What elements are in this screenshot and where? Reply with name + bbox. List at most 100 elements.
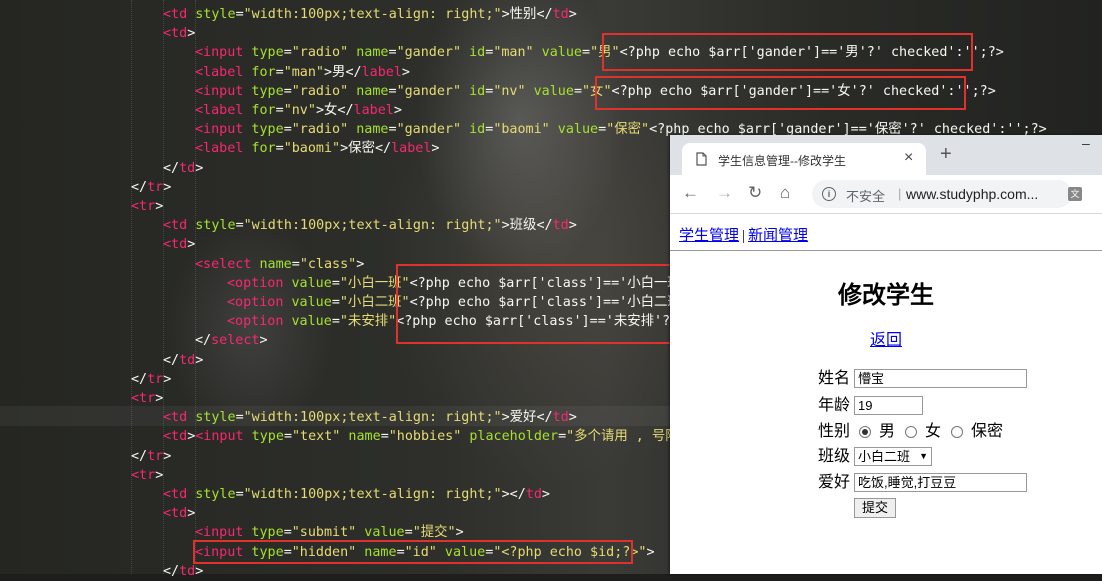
info-icon[interactable]: i [822,187,836,201]
code-token: id [461,45,486,61]
code-token: = [283,525,292,541]
back-link[interactable]: 返回 [870,332,902,349]
student-management-link[interactable]: 学生管理 [679,228,739,244]
code-token: <tr [131,391,156,406]
code-token: >性别</ [501,7,553,22]
gender-secret-radio[interactable] [951,426,963,438]
code-token: > [431,141,440,157]
gender-label: 性别 [818,423,851,440]
code-line: <label for="nv">女</label> [195,101,402,120]
hobby-input[interactable]: 吃饭,睡觉,打豆豆 [854,473,1027,492]
code-token: = [283,45,292,61]
code-token: > [393,103,402,118]
code-token: > [646,544,655,560]
code-token: td [179,160,196,176]
address-bar[interactable]: i 不安全 | www.studyphp.com... [812,180,1072,208]
forward-icon[interactable]: → [716,183,733,203]
code-token: = [283,83,292,99]
code-line: </td> [163,159,203,178]
code-token: </ [163,563,180,579]
highlight-box-gender-female [595,76,966,110]
code-token: tr [147,371,164,387]
code-token: <td [163,7,188,22]
code-token: > [195,352,204,368]
code-token: <td [163,429,188,445]
code-line: <select name="class"> [195,255,364,274]
gender-female-radio[interactable] [905,426,917,438]
gender-female-label[interactable]: 女 [925,421,941,443]
code-token: = [388,122,397,138]
code-token: ></ [501,487,526,502]
news-management-link[interactable]: 新闻管理 [748,228,808,244]
code-token: = [388,45,397,61]
code-token: = [235,487,244,502]
chevron-down-icon: ▼ [919,451,928,461]
hobby-label: 爱好 [818,474,851,491]
gender-male-radio[interactable] [859,426,871,438]
code-token: id [461,122,486,138]
code-token: "man" [493,45,534,61]
gender-male-label[interactable]: 男 [879,421,895,443]
code-token: for [243,103,276,118]
code-token: > [155,467,164,483]
highlight-box-gender-male [602,33,973,71]
code-token: <input [195,525,244,541]
code-token: > [568,218,577,234]
minimize-button[interactable]: – [1082,135,1090,151]
code-token: style [187,218,236,234]
code-token: "gander" [396,83,462,99]
form-row-submit: 提交 [818,497,918,519]
code-token: = [235,218,244,234]
code-token: > [568,7,577,22]
code-token: = [582,45,591,61]
code-line: </td> [163,351,203,370]
code-token: <td [163,26,188,42]
code-token: label [353,103,394,118]
code-token: value [283,295,332,310]
gender-secret-label[interactable]: 保密 [971,421,1003,443]
code-token: "hobbies" [388,429,462,445]
code-token: = [275,64,284,80]
code-token: tr [147,179,164,195]
page-title: 修改学生 [838,283,934,309]
reload-icon[interactable]: ↻ [748,183,762,203]
new-tab-button[interactable]: + [940,144,952,164]
home-icon[interactable]: ⌂ [780,183,790,203]
site-nav: 学生管理 | 新闻管理 [679,224,808,245]
code-token: "radio" [291,83,349,99]
code-line: <tr> [131,389,163,408]
code-line: </tr> [131,370,171,389]
code-token: > [195,160,204,176]
code-token: > [163,371,172,387]
close-tab-icon[interactable]: × [904,149,913,167]
code-token: > [455,525,464,541]
class-select[interactable]: 小白二班 ▼ [854,447,932,466]
insecure-label: 不安全 [846,189,886,204]
code-token: select [211,333,260,349]
back-icon[interactable]: ← [682,183,699,203]
code-token: td [552,410,569,426]
code-token: type [243,83,284,99]
code-token: td [179,563,196,579]
nav-separator: | [742,228,746,244]
code-token: </ [163,352,180,368]
code-token: <option [227,314,284,330]
back-link-container: 返回 [619,326,1102,350]
code-token: >保密</ [340,141,392,157]
code-token: <select [195,256,252,272]
code-token: value [525,83,574,99]
code-token: "未安排" [339,314,397,330]
age-input[interactable]: 19 [854,396,923,415]
code-token: > [187,26,196,42]
translate-icon[interactable]: 文 [1068,187,1082,201]
name-input[interactable]: 懵宝 [854,369,1027,388]
url-text[interactable]: www.studyphp.com... [906,186,1038,202]
code-token: = [598,122,607,138]
address-separator: | [898,186,902,201]
browser-tab[interactable]: 学生信息管理--修改学生 × [682,143,926,175]
code-token: </ [131,448,148,464]
divider [670,250,1102,251]
code-line: <td style="width:100px;text-align: right… [163,408,577,427]
code-line: <td style="width:100px;text-align: right… [163,485,550,504]
submit-button[interactable]: 提交 [854,498,896,518]
